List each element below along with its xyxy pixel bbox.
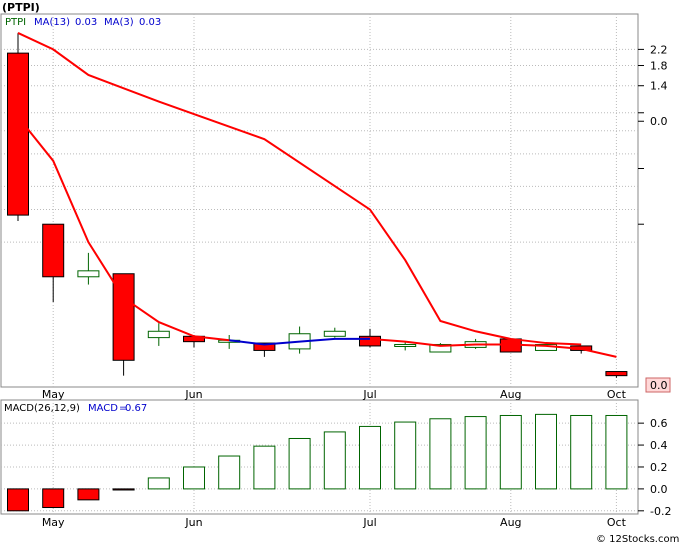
macd-bar — [77, 488, 100, 501]
copyright: © 12Stocks.com — [596, 534, 679, 545]
macd-title: MACD(26,12,9) — [4, 403, 80, 414]
macd-y-tick-label: 0.6 — [650, 417, 668, 430]
price-y-tick-label: 1.4 — [650, 80, 668, 93]
macd-y-tick-label: -0.2 — [650, 505, 671, 518]
candle-body — [359, 335, 381, 347]
macd-bar — [394, 421, 417, 490]
legend-symbol: PTPI — [5, 17, 26, 28]
price-y-tick-label: 2.2 — [650, 43, 668, 56]
macd-bar — [112, 488, 135, 491]
macd-bar — [183, 466, 205, 490]
macd-x-tick-label: May — [42, 516, 65, 529]
chart-title: (PTPI) — [2, 1, 40, 14]
last-value-label: 0.0 — [650, 379, 668, 392]
macd-y-axis: 0.6 0.4 0.2 0.0 -0.2 — [638, 417, 671, 518]
price-y-axis: 2.2 1.8 1.4 0.0 — [638, 43, 668, 225]
macd-x-tick-label: Aug — [500, 516, 521, 529]
macd-bar — [323, 431, 346, 490]
price-y-tick-label: 0.0 — [650, 115, 668, 128]
price-x-tick-label: Jul — [362, 388, 376, 401]
macd-y-tick-label: 0.2 — [650, 461, 668, 474]
legend-ma3-value: 0.03 — [139, 17, 161, 28]
macd-bar — [42, 488, 65, 509]
candle-body — [77, 270, 100, 278]
legend-ma3-label: MA(3) — [104, 17, 134, 28]
macd-y-tick-label: 0.0 — [650, 483, 668, 496]
macd-bar — [147, 477, 170, 490]
macd-bar — [535, 413, 557, 490]
price-x-tick-label: May — [42, 388, 65, 401]
candle-body — [605, 371, 628, 377]
macd-bar — [218, 455, 241, 490]
macd-x-tick-label: Jun — [184, 516, 202, 529]
legend-ma13-label: MA(13) — [34, 17, 70, 28]
macd-bar — [359, 425, 381, 490]
legend-ma13-value: 0.03 — [75, 17, 97, 28]
macd-value: 0.67 — [125, 403, 147, 414]
candle-body — [323, 330, 346, 337]
macd-x-tick-label: Jul — [362, 516, 376, 529]
macd-bar — [7, 488, 29, 512]
macd-bar — [605, 414, 628, 490]
macd-bar — [570, 414, 593, 490]
price-x-tick-label: Oct — [607, 388, 627, 401]
price-x-tick-label: Aug — [500, 388, 521, 401]
macd-bar — [499, 414, 522, 490]
stock-chart: (PTPI) PTPI MA(13) 0.03 MA(3) 0.03 2.2 1.… — [0, 1, 679, 545]
candle-body — [7, 52, 29, 216]
candle-body — [394, 343, 417, 347]
macd-y-tick-label: 0.4 — [650, 439, 668, 452]
macd-bar — [464, 416, 487, 490]
price-x-tick-label: Jun — [184, 388, 202, 401]
price-y-tick-label: 1.8 — [650, 60, 668, 73]
macd-bar — [288, 437, 311, 490]
macd-label: MACD — [88, 403, 118, 414]
candle-body — [147, 330, 170, 339]
candle-body — [42, 223, 65, 278]
macd-bar — [253, 445, 276, 490]
macd-bar — [429, 418, 452, 490]
macd-x-tick-label: Oct — [607, 516, 627, 529]
price-panel-frame — [0, 13, 639, 388]
